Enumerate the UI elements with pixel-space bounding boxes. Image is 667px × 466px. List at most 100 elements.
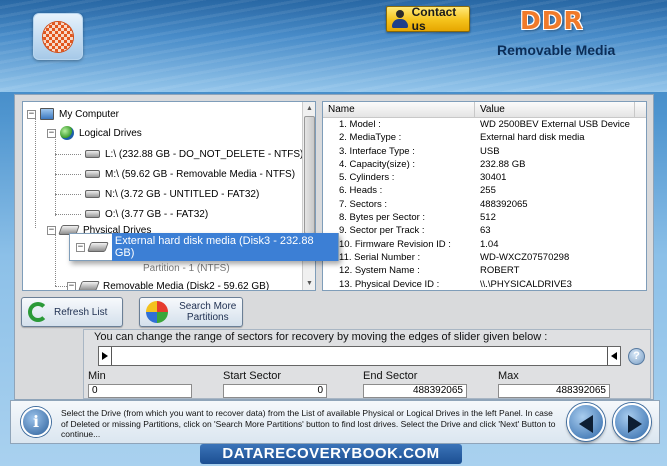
min-label: Min bbox=[88, 370, 106, 382]
drive-icon bbox=[85, 210, 100, 218]
slider-right-handle-icon[interactable] bbox=[611, 352, 617, 360]
contact-us-label: Contact us bbox=[411, 5, 457, 33]
website-banner: DATARECOVERYBOOK.COM bbox=[200, 444, 462, 464]
tree-item-logical-drives[interactable]: − Logical Drives bbox=[47, 125, 142, 141]
property-name: 10. Firmware Revision ID : bbox=[339, 238, 451, 250]
partition-search-icon bbox=[146, 301, 168, 323]
property-value: 63 bbox=[480, 225, 491, 237]
tree-label: Partition - 1 (NTFS) bbox=[143, 262, 230, 274]
table-row[interactable]: 4. Capacity(size) : 232.88 GB bbox=[323, 158, 646, 171]
person-icon bbox=[391, 9, 408, 29]
slider-left-handle-icon[interactable] bbox=[102, 352, 108, 360]
help-icon[interactable]: ? bbox=[628, 348, 645, 365]
table-row[interactable]: 11. Serial Number : WD-WXCZ07570298 bbox=[323, 251, 646, 264]
selected-drive-label: External hard disk media (Disk3 - 232.88… bbox=[111, 233, 338, 261]
collapse-icon[interactable]: − bbox=[67, 281, 76, 290]
scroll-down-icon[interactable]: ▼ bbox=[303, 277, 315, 290]
property-value: 255 bbox=[480, 185, 496, 197]
table-body: 1. Model : WD 2500BEV External USB Device… bbox=[323, 118, 646, 290]
tree-item-my-computer[interactable]: − My Computer bbox=[27, 106, 119, 122]
tree-item-drive-o[interactable]: O:\ (3.77 GB - - FAT32) bbox=[85, 206, 208, 222]
product-subtitle: Removable Media bbox=[497, 42, 616, 58]
collapse-icon[interactable]: − bbox=[27, 109, 36, 119]
globe-icon bbox=[60, 126, 74, 140]
refresh-list-button[interactable]: Refresh List bbox=[21, 297, 123, 327]
property-value: 512 bbox=[480, 212, 496, 224]
tree-label: Removable Media (Disk2 - 59.62 GB) bbox=[103, 280, 270, 291]
refresh-list-label: Refresh List bbox=[54, 306, 108, 318]
sector-range-panel: You can change the range of sectors for … bbox=[83, 329, 651, 399]
min-field: 0 bbox=[88, 384, 192, 398]
table-row[interactable]: 1. Model : WD 2500BEV External USB Device bbox=[323, 118, 646, 131]
selected-drive-item[interactable]: − External hard disk media (Disk3 - 232.… bbox=[69, 233, 339, 261]
table-row[interactable]: 2. MediaType : External hard disk media bbox=[323, 131, 646, 144]
start-sector-field[interactable]: 0 bbox=[223, 384, 327, 398]
table-row[interactable]: 9. Sector per Track : 63 bbox=[323, 224, 646, 237]
footer-bar: i Select the Drive (from which you want … bbox=[10, 400, 660, 444]
collapse-icon[interactable]: − bbox=[47, 225, 56, 235]
next-button[interactable] bbox=[613, 403, 651, 441]
max-field: 488392065 bbox=[498, 384, 610, 398]
brand-title: DDR bbox=[520, 6, 584, 35]
table-row[interactable]: 3. Interface Type : USB bbox=[323, 145, 646, 158]
column-header-value[interactable]: Value bbox=[475, 102, 635, 117]
property-name: 6. Heads : bbox=[339, 185, 383, 197]
table-row[interactable]: 12. System Name : ROBERT bbox=[323, 264, 646, 277]
header: Contact us DDR Removable Media bbox=[0, 0, 667, 92]
hard-disk-icon bbox=[87, 242, 109, 252]
column-header-name[interactable]: Name bbox=[323, 102, 475, 117]
tree-label: M:\ (59.62 GB - Removable Media - NTFS) bbox=[105, 168, 296, 180]
property-name: 9. Sector per Track : bbox=[339, 225, 425, 237]
table-row[interactable]: 8. Bytes per Sector : 512 bbox=[323, 211, 646, 224]
property-name: 2. MediaType : bbox=[339, 132, 402, 144]
table-row[interactable]: 6. Heads : 255 bbox=[323, 184, 646, 197]
tree-label: N:\ (3.72 GB - UNTITLED - FAT32) bbox=[105, 188, 260, 200]
drive-properties-table: Name Value 1. Model : WD 2500BEV External… bbox=[322, 101, 647, 291]
table-header: Name Value bbox=[323, 102, 646, 118]
property-value: ROBERT bbox=[480, 265, 520, 277]
search-more-partitions-button[interactable]: Search More Partitions bbox=[139, 297, 243, 327]
tree-label: My Computer bbox=[59, 108, 120, 120]
scroll-thumb[interactable] bbox=[304, 116, 315, 234]
table-row[interactable]: 13. Physical Device ID : \\.\PHYSICALDRIV… bbox=[323, 278, 646, 290]
drive-tree[interactable]: − My Computer − Logical Drives L:\ (232.… bbox=[22, 101, 316, 291]
table-row[interactable]: 5. Cylinders : 30401 bbox=[323, 171, 646, 184]
end-sector-field[interactable]: 488392065 bbox=[363, 384, 467, 398]
property-name: 7. Sectors : bbox=[339, 198, 388, 210]
property-value: 1.04 bbox=[480, 238, 499, 250]
property-name: 11. Serial Number : bbox=[339, 251, 421, 263]
property-value: 30401 bbox=[480, 172, 507, 184]
table-row[interactable]: 7. Sectors : 488392065 bbox=[323, 198, 646, 211]
property-name: 5. Cylinders : bbox=[339, 172, 395, 184]
search-label-line1: Search More bbox=[179, 301, 237, 312]
collapse-icon[interactable]: − bbox=[47, 128, 56, 138]
property-name: 13. Physical Device ID : bbox=[339, 278, 440, 290]
table-row[interactable]: 10. Firmware Revision ID : 1.04 bbox=[323, 238, 646, 251]
contact-us-button[interactable]: Contact us bbox=[386, 5, 470, 33]
back-button[interactable] bbox=[567, 403, 605, 441]
tree-scrollbar[interactable]: ▲ ▼ bbox=[302, 102, 315, 290]
drive-icon bbox=[85, 170, 100, 178]
tree-label: O:\ (3.77 GB - - FAT32) bbox=[105, 208, 209, 220]
tree-label: Logical Drives bbox=[79, 127, 142, 139]
collapse-icon[interactable]: − bbox=[76, 242, 85, 252]
tree-item-partition[interactable]: Partition - 1 (NTFS) bbox=[143, 260, 230, 276]
drive-icon bbox=[85, 190, 100, 198]
property-value: WD 2500BEV External USB Device bbox=[480, 119, 630, 130]
property-name: 12. System Name : bbox=[339, 265, 420, 277]
property-value: USB bbox=[480, 145, 500, 157]
search-label-line2: Partitions bbox=[186, 312, 229, 323]
tree-label: L:\ (232.88 GB - DO_NOT_DELETE - NTFS) bbox=[105, 148, 304, 160]
back-arrow-icon bbox=[579, 415, 593, 433]
tree-item-drive-l[interactable]: L:\ (232.88 GB - DO_NOT_DELETE - NTFS) bbox=[85, 146, 303, 162]
sector-range-slider[interactable] bbox=[98, 346, 621, 366]
search-more-partitions-label: Search More Partitions bbox=[174, 301, 242, 323]
tree-item-drive-n[interactable]: N:\ (3.72 GB - UNTITLED - FAT32) bbox=[85, 186, 259, 202]
refresh-icon bbox=[28, 302, 48, 322]
tree-item-removable-media[interactable]: − Removable Media (Disk2 - 59.62 GB) bbox=[67, 278, 270, 291]
tree-item-drive-m[interactable]: M:\ (59.62 GB - Removable Media - NTFS) bbox=[85, 166, 295, 182]
start-sector-label: Start Sector bbox=[223, 370, 282, 382]
app-logo bbox=[33, 13, 83, 60]
scroll-up-icon[interactable]: ▲ bbox=[303, 102, 315, 115]
main-panel: − My Computer − Logical Drives L:\ (232.… bbox=[14, 94, 654, 400]
